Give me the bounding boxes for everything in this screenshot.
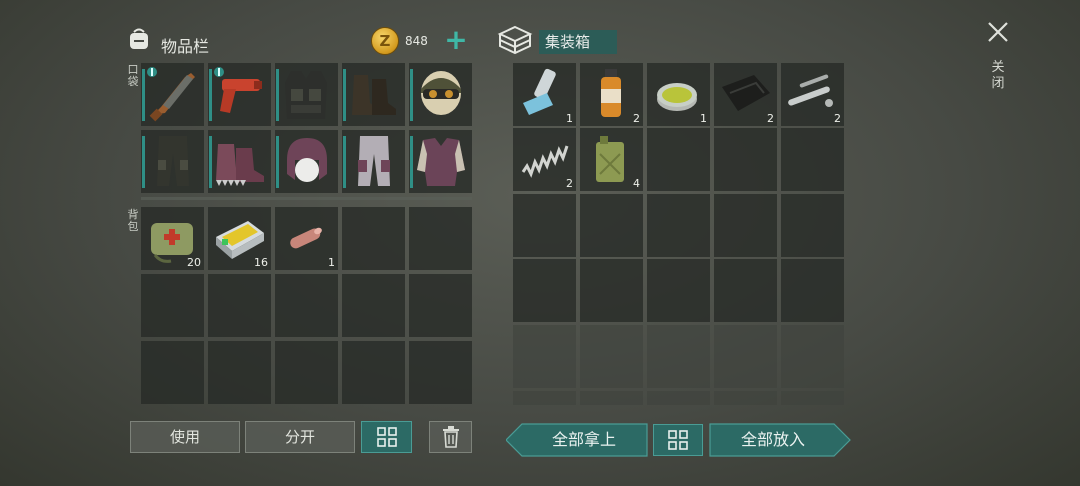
container-slot[interactable] (714, 325, 777, 388)
container-slot[interactable]: 2 (513, 128, 576, 191)
container-slot[interactable] (513, 259, 576, 322)
pocket-slot[interactable] (342, 130, 405, 193)
container-slot[interactable] (714, 259, 777, 322)
grid-sort-icon (668, 430, 688, 450)
pocket-slot[interactable] (342, 63, 405, 126)
container-slot[interactable]: 1 (513, 63, 576, 126)
container-slot[interactable] (714, 128, 777, 191)
container-slot[interactable] (513, 194, 576, 257)
pants-icon (157, 136, 189, 186)
container-slot[interactable] (781, 391, 844, 405)
section-divider (141, 197, 472, 200)
backpack-slot[interactable] (342, 274, 405, 337)
spiked-boots-icon (216, 144, 264, 186)
backpack-slot[interactable] (141, 274, 204, 337)
container-slot[interactable] (513, 325, 576, 388)
container-slot[interactable] (647, 128, 710, 191)
pocket-slot[interactable] (208, 63, 271, 126)
container-slot[interactable] (781, 128, 844, 191)
coin-count: 848 (405, 34, 428, 48)
light-pants-icon (358, 136, 390, 186)
container-slot[interactable] (580, 194, 643, 257)
trash-icon (442, 426, 459, 448)
pocket-slot[interactable] (141, 130, 204, 193)
backpack-icon (130, 28, 148, 49)
backpack-slot[interactable] (409, 207, 472, 270)
container-slot[interactable] (513, 391, 576, 405)
sort-container-button[interactable] (653, 424, 703, 456)
container-slot[interactable] (580, 325, 643, 388)
container-slot[interactable] (647, 259, 710, 322)
inventory-title: 物品栏 (161, 37, 210, 56)
container-slot[interactable] (647, 194, 710, 257)
use-button[interactable]: 使用 (130, 421, 240, 453)
container-slot[interactable] (781, 194, 844, 257)
container-slot[interactable]: 2 (781, 63, 844, 126)
container-slot[interactable]: 2 (580, 63, 643, 126)
container-slot[interactable]: 2 (714, 63, 777, 126)
put-all-button[interactable]: 全部放入 (711, 424, 835, 456)
grid-sort-icon (376, 427, 397, 447)
container-slot[interactable] (714, 194, 777, 257)
pocket-slot[interactable] (409, 130, 472, 193)
coin-icon: Z (371, 27, 399, 55)
backpack-slot[interactable]: 20 (141, 207, 204, 270)
backpack-slot[interactable] (342, 207, 405, 270)
shotgun-icon (149, 73, 195, 122)
take-all-button[interactable]: 全部拿上 (522, 424, 646, 456)
backpack-label: 背包 (127, 208, 139, 233)
backpack-slot[interactable] (208, 274, 271, 337)
container-slot[interactable] (714, 391, 777, 405)
container-slot[interactable] (781, 325, 844, 388)
backpack-slot[interactable] (275, 341, 338, 404)
add-coins-button[interactable]: + (444, 26, 468, 54)
backpack-slot[interactable] (141, 341, 204, 404)
backpack-slot[interactable] (275, 274, 338, 337)
helmet-icon (421, 71, 461, 115)
backpack-slot[interactable] (342, 341, 405, 404)
backpack-slot[interactable]: 1 (275, 207, 338, 270)
pocket-slot[interactable] (275, 130, 338, 193)
backpack-slot[interactable] (409, 274, 472, 337)
container-title: 集装箱 (539, 30, 617, 54)
armored-jacket-icon (417, 138, 465, 186)
pocket-slot[interactable] (275, 63, 338, 126)
container-slot[interactable] (647, 391, 710, 405)
container-slot[interactable] (580, 391, 643, 405)
close-icon[interactable] (986, 20, 1010, 44)
backpack-slot[interactable] (208, 341, 271, 404)
backpack-slot[interactable]: 16 (208, 207, 271, 270)
pocket-slot[interactable] (141, 63, 204, 126)
pocket-label: 口袋 (127, 63, 139, 88)
container-slot[interactable] (580, 259, 643, 322)
pocket-slot[interactable] (208, 130, 271, 193)
trapper-hat-icon (287, 138, 327, 182)
container-slot[interactable] (781, 259, 844, 322)
split-button[interactable]: 分开 (245, 421, 355, 453)
sort-inventory-button[interactable] (361, 421, 412, 453)
container-slot[interactable]: 1 (647, 63, 710, 126)
close-label[interactable]: 关闭 (989, 60, 1007, 92)
flare-gun-icon (220, 79, 262, 113)
delete-button[interactable] (429, 421, 472, 453)
backpack-slot[interactable] (409, 341, 472, 404)
container-icon (497, 25, 533, 55)
tactical-vest-icon (285, 71, 327, 119)
container-slot[interactable] (647, 325, 710, 388)
pocket-slot[interactable] (409, 63, 472, 126)
boots-icon (352, 75, 396, 115)
container-slot[interactable]: 4 (580, 128, 643, 191)
